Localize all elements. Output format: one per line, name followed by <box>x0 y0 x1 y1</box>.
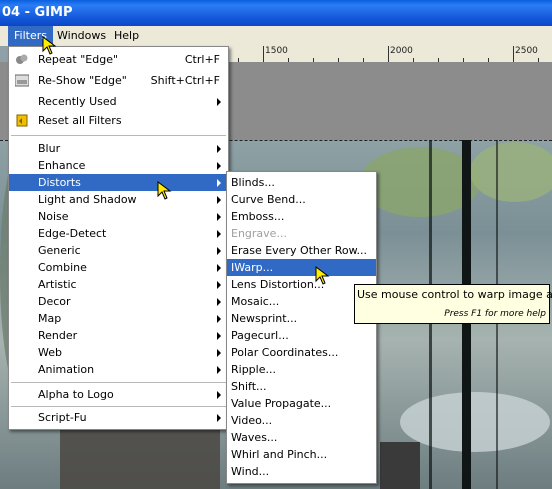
menu-item-whirl-and-pinch[interactable]: Whirl and Pinch... <box>227 446 376 463</box>
submenu-arrow-icon <box>217 391 221 399</box>
pointer-cursor-icon <box>315 266 330 285</box>
menu-item-video[interactable]: Video... <box>227 412 376 429</box>
menu-item-map[interactable]: Map <box>9 310 228 327</box>
menu-item-generic[interactable]: Generic <box>9 242 228 259</box>
menu-item-web[interactable]: Web <box>9 344 228 361</box>
iwarp-tooltip: Use mouse control to warp image areas Pr… <box>354 284 552 324</box>
reset-filters-icon <box>16 114 28 127</box>
menu-item-curve-bend[interactable]: Curve Bend... <box>227 191 376 208</box>
distorts-submenu: Blinds... Curve Bend... Emboss... Engrav… <box>226 171 377 484</box>
castle-tower <box>380 442 420 489</box>
menu-item-polar-coordinates[interactable]: Polar Coordinates... <box>227 344 376 361</box>
menu-item-waves[interactable]: Waves... <box>227 429 376 446</box>
menu-item-animation[interactable]: Animation <box>9 361 228 378</box>
submenu-arrow-icon <box>217 230 221 238</box>
menubar: Filters Windows Help <box>0 26 552 46</box>
menu-item-erase-every-other-row[interactable]: Erase Every Other Row... <box>227 242 376 259</box>
menu-item-wind[interactable]: Wind... <box>227 463 376 480</box>
menu-item-shift[interactable]: Shift... <box>227 378 376 395</box>
submenu-arrow-icon <box>217 332 221 340</box>
pointer-cursor-icon <box>42 36 57 55</box>
ruler-label: 1500 <box>265 46 288 56</box>
menu-item-decor[interactable]: Decor <box>9 293 228 310</box>
submenu-arrow-icon <box>217 264 221 272</box>
ruler-label: 2500 <box>515 46 538 56</box>
menu-item-script-fu[interactable]: Script-Fu <box>9 409 228 426</box>
menu-item-reshow-edge[interactable]: Re-Show "Edge" Shift+Ctrl+F <box>9 72 228 89</box>
menu-item-value-propagate[interactable]: Value Propagate... <box>227 395 376 412</box>
menu-separator <box>11 406 226 407</box>
castle-tower <box>60 422 220 489</box>
menu-item-render[interactable]: Render <box>9 327 228 344</box>
submenu-arrow-icon <box>217 366 221 374</box>
submenu-arrow-icon <box>217 414 221 422</box>
window-title: 04 - GIMP <box>2 5 73 20</box>
menu-item-recently-used[interactable]: Recently Used <box>9 93 228 110</box>
horizontal-ruler[interactable]: 1500 2000 2500 <box>228 46 552 63</box>
menu-item-reset-filters[interactable]: Reset all Filters <box>9 112 228 129</box>
menu-item-emboss[interactable]: Emboss... <box>227 208 376 225</box>
submenu-arrow-icon <box>217 98 221 106</box>
window-title-bar[interactable]: 04 - GIMP <box>0 0 552 26</box>
menu-help[interactable]: Help <box>108 26 145 46</box>
menu-separator <box>11 382 226 383</box>
menu-item-distorts[interactable]: Distorts <box>9 174 228 191</box>
menu-item-enhance[interactable]: Enhance <box>9 157 228 174</box>
submenu-arrow-icon <box>217 281 221 289</box>
menu-item-combine[interactable]: Combine <box>9 259 228 276</box>
submenu-arrow-icon <box>217 145 221 153</box>
reshow-filter-icon <box>15 74 29 87</box>
submenu-arrow-icon <box>217 213 221 221</box>
menu-separator <box>11 135 226 136</box>
menu-item-iwarp[interactable]: IWarp... <box>227 259 376 276</box>
submenu-arrow-icon <box>217 247 221 255</box>
tooltip-text: Use mouse control to warp image areas <box>357 288 552 301</box>
menu-item-artistic[interactable]: Artistic <box>9 276 228 293</box>
submenu-arrow-icon <box>217 196 221 204</box>
tooltip-help: Press F1 for more help <box>444 309 546 319</box>
repeat-filter-icon <box>16 54 28 64</box>
menu-item-alpha-to-logo[interactable]: Alpha to Logo <box>9 386 228 403</box>
menu-item-noise[interactable]: Noise <box>9 208 228 225</box>
pointer-cursor-icon <box>157 181 172 200</box>
water-area <box>400 392 550 452</box>
ruler-label: 2000 <box>390 46 413 56</box>
submenu-arrow-icon <box>217 349 221 357</box>
submenu-arrow-icon <box>217 315 221 323</box>
menu-item-light-and-shadow[interactable]: Light and Shadow <box>9 191 228 208</box>
menu-windows[interactable]: Windows <box>51 26 112 46</box>
submenu-arrow-icon <box>217 179 221 187</box>
foliage-area <box>470 142 552 202</box>
menu-item-blur[interactable]: Blur <box>9 140 228 157</box>
filters-menu: Repeat "Edge" Ctrl+F Re-Show "Edge" Shif… <box>8 46 229 430</box>
submenu-arrow-icon <box>217 298 221 306</box>
menu-item-edge-detect[interactable]: Edge-Detect <box>9 225 228 242</box>
menu-item-engrave: Engrave... <box>231 227 287 240</box>
menu-item-blinds[interactable]: Blinds... <box>227 174 376 191</box>
submenu-arrow-icon <box>217 162 221 170</box>
menu-item-ripple[interactable]: Ripple... <box>227 361 376 378</box>
menu-item-pagecurl[interactable]: Pagecurl... <box>227 327 376 344</box>
